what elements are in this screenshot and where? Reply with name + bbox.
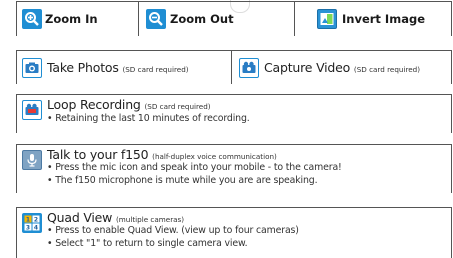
quad-view-label: Quad View (multiple cameras) <box>47 210 184 225</box>
loop-recording-bullet-1: • Retaining the last 10 minutes of recor… <box>47 113 250 124</box>
talk-note: (half-duplex voice communication) <box>152 152 277 161</box>
loop-recording-label: Loop Recording (SD card required) <box>47 97 211 112</box>
talk-title: Talk to your f150 <box>47 147 149 162</box>
take-photos-label: Take Photos (SD card required) <box>47 60 189 75</box>
loop-recording-icon[interactable] <box>22 100 42 120</box>
take-photos-title: Take Photos <box>47 60 119 75</box>
svg-text:1: 1 <box>26 217 30 224</box>
capture-video-note: (SD card required) <box>353 65 421 74</box>
zoom-in-label: Zoom In <box>45 12 98 26</box>
capture-row: Take Photos (SD card required) Capture V… <box>16 50 452 84</box>
zoom-out-cell[interactable]: Zoom Out <box>138 2 294 36</box>
quad-view-bullet-2: • Select "1" to return to single camera … <box>47 238 248 249</box>
talk-row[interactable]: Talk to your f150 (half-duplex voice com… <box>16 144 452 193</box>
capture-video-cell[interactable]: Capture Video (SD card required) <box>231 51 451 84</box>
svg-text:4: 4 <box>34 225 38 232</box>
zoom-out-icon[interactable] <box>146 9 166 29</box>
quad-view-note: (multiple cameras) <box>115 215 185 224</box>
invert-image-icon[interactable] <box>317 9 337 29</box>
quad-view-bullet-1: • Press to enable Quad View. (view up to… <box>47 225 299 236</box>
video-camera-icon[interactable] <box>239 58 259 78</box>
loop-recording-title: Loop Recording <box>47 97 141 112</box>
zoom-in-cell[interactable]: Zoom In <box>17 2 138 36</box>
quad-view-title: Quad View <box>47 210 113 225</box>
view-controls-row: Zoom In Zoom Out Invert Image <box>16 1 452 36</box>
talk-label: Talk to your f150 (half-duplex voice com… <box>47 147 277 162</box>
quad-view-row[interactable]: 1234 Quad View (multiple cameras) • Pres… <box>16 207 452 258</box>
zoom-in-icon[interactable] <box>22 9 42 29</box>
svg-text:3: 3 <box>26 225 30 232</box>
take-photos-note: (SD card required) <box>122 65 189 74</box>
invert-image-cell[interactable]: Invert Image <box>294 2 451 36</box>
talk-bullet-1: • Press the mic icon and speak into your… <box>47 162 342 173</box>
camera-icon[interactable] <box>22 58 42 78</box>
microphone-icon[interactable] <box>22 150 42 170</box>
loop-recording-row[interactable]: Loop Recording (SD card required) • Reta… <box>16 94 452 133</box>
invert-image-label: Invert Image <box>342 12 425 26</box>
take-photos-cell[interactable]: Take Photos (SD card required) <box>17 51 231 84</box>
quad-view-icon[interactable]: 1234 <box>22 213 42 233</box>
loop-recording-note: (SD card required) <box>144 102 211 111</box>
feature-table: Zoom In Zoom Out Invert Image Take Photo… <box>0 0 452 258</box>
zoom-out-label: Zoom Out <box>170 12 234 26</box>
capture-video-title: Capture Video <box>264 60 351 75</box>
svg-text:2: 2 <box>34 217 38 224</box>
talk-bullet-2: • The f150 microphone is mute while you … <box>47 175 318 186</box>
capture-video-label: Capture Video (SD card required) <box>264 60 420 75</box>
